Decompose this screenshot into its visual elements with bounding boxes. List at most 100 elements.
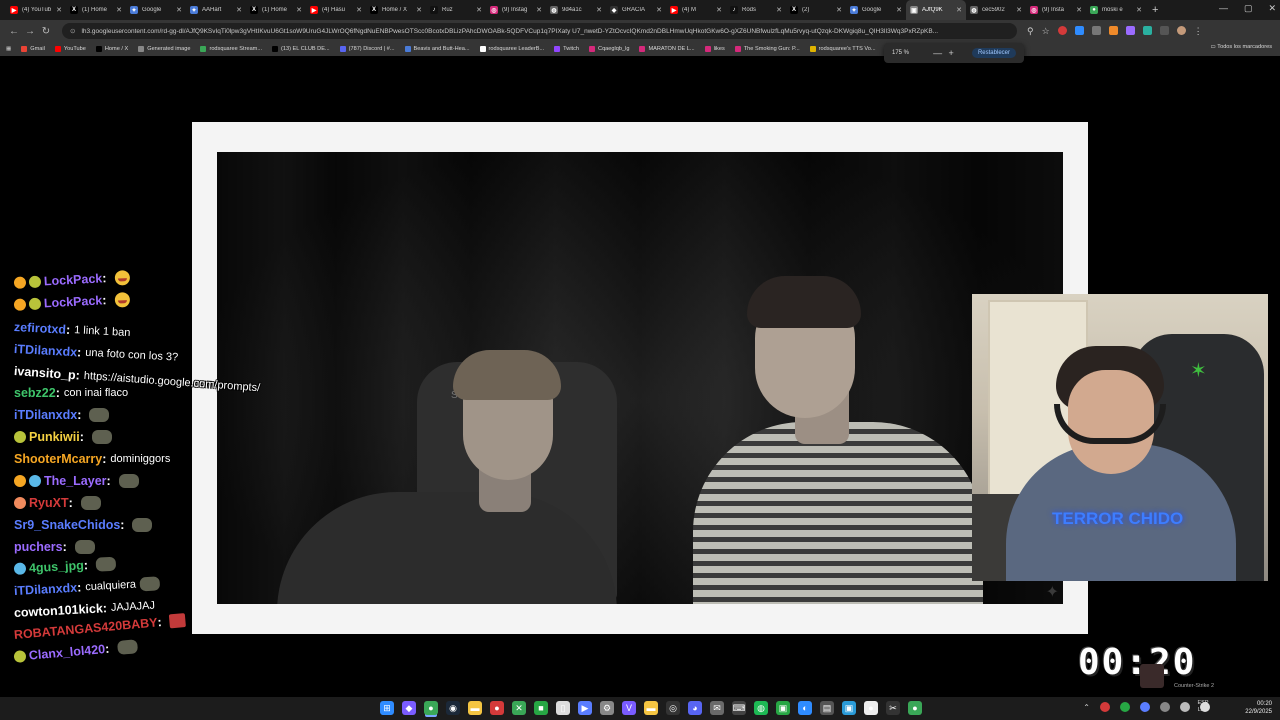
steam-icon[interactable]: ◉ (446, 701, 460, 715)
edge-icon[interactable]: ◐ (798, 701, 812, 715)
tray-app-icon[interactable] (1160, 702, 1170, 712)
browser-tab[interactable]: ◎ (9) Insta ✕ (1026, 0, 1086, 20)
tray-app-icon[interactable] (1140, 702, 1150, 712)
file-explorer-icon[interactable]: ▬ (468, 701, 482, 715)
forward-icon[interactable]: → (22, 26, 38, 37)
all-bookmarks[interactable]: ▭ Todos los marcadores (1211, 44, 1272, 50)
close-tab-icon[interactable]: ✕ (176, 6, 182, 14)
reload-icon[interactable]: ↻ (38, 26, 54, 37)
close-tab-icon[interactable]: ✕ (1076, 6, 1082, 14)
zoom-reset-button[interactable]: Restablecer (971, 48, 1016, 58)
document-icon[interactable]: ▯ (556, 701, 570, 715)
browser-tab[interactable]: X Home / X ✕ (366, 0, 426, 20)
close-tab-icon[interactable]: ✕ (236, 6, 242, 14)
extension-red-icon[interactable] (1057, 25, 1067, 35)
browser-tab[interactable]: ♪ Rods ✕ (726, 0, 786, 20)
maximize-icon[interactable]: ▢ (1244, 3, 1253, 14)
browser-menu-icon[interactable]: ⋮ (1194, 26, 1203, 37)
back-icon[interactable]: ← (6, 26, 22, 37)
tray-overflow-icon[interactable]: ⌃ (1083, 703, 1090, 712)
profile-avatar[interactable] (1176, 25, 1186, 35)
close-tab-icon[interactable]: ✕ (356, 6, 362, 14)
browser-tab[interactable]: X (2) ✕ (786, 0, 846, 20)
close-tab-icon[interactable]: ✕ (596, 6, 602, 14)
browser-tab[interactable]: ✦ Google ✕ (126, 0, 186, 20)
zoom-in-button[interactable]: + (944, 48, 958, 58)
close-tab-icon[interactable]: ✕ (956, 6, 962, 14)
bookmark-item[interactable]: The Smoking Gun: P... (734, 46, 800, 52)
browser-tab[interactable]: ◍ cec5902 ✕ (966, 0, 1026, 20)
bookmark-item[interactable]: Gmail (21, 46, 45, 52)
settings-icon[interactable]: ⚙ (600, 701, 614, 715)
minimize-icon[interactable]: — (1219, 3, 1228, 14)
chrome-red-icon[interactable]: ● (490, 701, 504, 715)
close-tab-icon[interactable]: ✕ (776, 6, 782, 14)
close-tab-icon[interactable]: ✕ (1016, 6, 1022, 14)
close-tab-icon[interactable]: ✕ (476, 6, 482, 14)
new-tab-button[interactable]: + (1152, 4, 1158, 16)
bookmark-item[interactable]: YouTube (54, 46, 86, 52)
bookmark-item[interactable]: MARATON DE L... (639, 46, 695, 52)
xbox-icon[interactable]: ✕ (512, 701, 526, 715)
bookmark-item[interactable]: rodsquaree's TTS Vo... (809, 46, 876, 52)
chrome-2-icon[interactable]: ● (908, 701, 922, 715)
tray-app-icon[interactable] (1120, 702, 1130, 712)
image-viewer[interactable]: SIN ✦ (192, 122, 1088, 634)
bookmark-item[interactable]: (787) Discord | #... (339, 46, 395, 52)
discord-icon[interactable]: ◕ (688, 701, 702, 715)
extensions-puzzle-icon[interactable] (1159, 25, 1169, 35)
close-tab-icon[interactable]: ✕ (296, 6, 302, 14)
close-tab-icon[interactable]: ✕ (656, 6, 662, 14)
close-tab-icon[interactable]: ✕ (536, 6, 542, 14)
close-tab-icon[interactable]: ✕ (716, 6, 722, 14)
browser-tab[interactable]: ✦ AAHart ✕ (186, 0, 246, 20)
browser-tab[interactable]: ✦ Google ✕ (846, 0, 906, 20)
browser-tab[interactable]: ◆ GRACIA ✕ (606, 0, 666, 20)
terminal-icon[interactable]: ▤ (820, 701, 834, 715)
close-tab-icon[interactable]: ✕ (1136, 6, 1142, 14)
keyboard-icon[interactable]: ⌨ (732, 701, 746, 715)
bookmark-star-icon[interactable]: ☆ (1042, 26, 1050, 37)
site-info-icon[interactable]: ⊙ (70, 27, 75, 35)
close-tab-icon[interactable]: ✕ (56, 6, 62, 14)
address-bar[interactable]: ⊙ lh3.googleusercontent.com/rd-gg-dl/AJf… (62, 23, 1017, 39)
bookmark-item[interactable]: rodsquaree LeaderB... (479, 46, 544, 52)
photos-icon[interactable]: ▣ (842, 701, 856, 715)
close-window-icon[interactable]: ✕ (1268, 3, 1276, 14)
bookmark-item[interactable]: (13) EL CLUB DE... (272, 46, 330, 52)
bookmark-item[interactable]: rodsquaree Stream... (200, 46, 262, 52)
input-language[interactable]: ESP LAA (1194, 700, 1212, 714)
browser-tab[interactable]: ♪ Ruz ✕ (426, 0, 486, 20)
bookmark-item[interactable]: Home / X (95, 46, 128, 52)
chrome-icon[interactable]: ● (424, 701, 438, 715)
apps-grid-icon[interactable]: ▦ (6, 46, 11, 52)
green-app-icon[interactable]: ■ (534, 701, 548, 715)
extension-blue-icon[interactable] (1074, 25, 1084, 35)
capture-icon[interactable]: ✂ (886, 701, 900, 715)
browser-tab[interactable]: X (1) Home ✕ (66, 0, 126, 20)
zoom-out-button[interactable]: — (931, 48, 945, 58)
close-tab-icon[interactable]: ✕ (836, 6, 842, 14)
folder-icon[interactable]: ▬ (644, 701, 658, 715)
tray-app-icon[interactable] (1180, 702, 1190, 712)
spotify-icon[interactable]: ◍ (754, 701, 768, 715)
browser-tab[interactable]: ▣ AJfQ9K ✕ (906, 0, 966, 20)
windows-start-icon[interactable]: ⊞ (380, 701, 394, 715)
copilot-icon[interactable]: ◆ (402, 701, 416, 715)
bookmark-item[interactable]: Cqaeglqb_lg (589, 46, 629, 52)
extension-teal-icon[interactable] (1142, 25, 1152, 35)
browser-tab[interactable]: ◎ (9) Instag ✕ (486, 0, 546, 20)
extension-gray-icon[interactable] (1091, 25, 1101, 35)
obs-icon[interactable]: ◎ (666, 701, 680, 715)
gallery-icon[interactable]: ▣ (776, 701, 790, 715)
bookmark-item[interactable]: Generated image (138, 46, 190, 52)
browser-tab[interactable]: ◍ 9d4a1c ✕ (546, 0, 606, 20)
browser-tab[interactable]: ▶ (4) YouTub ✕ (6, 0, 66, 20)
browser-tab[interactable]: ▶ (4) Hasu ✕ (306, 0, 366, 20)
extension-violet-icon[interactable] (1125, 25, 1135, 35)
visual-studio-icon[interactable]: V (622, 701, 636, 715)
white-app-icon[interactable]: ● (864, 701, 878, 715)
system-clock[interactable]: 00:20 22/9/2025 (1245, 700, 1272, 716)
close-tab-icon[interactable]: ✕ (116, 6, 122, 14)
browser-tab[interactable]: ▶ (4) M ✕ (666, 0, 726, 20)
